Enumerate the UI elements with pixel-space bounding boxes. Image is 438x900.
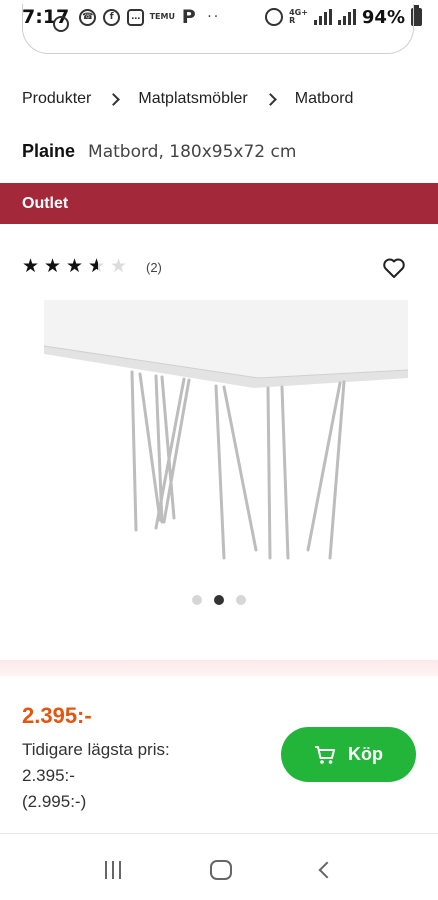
carousel-dot[interactable] bbox=[236, 595, 246, 605]
carousel-dot-active[interactable] bbox=[214, 595, 224, 605]
product-image[interactable] bbox=[44, 300, 408, 562]
star-half-icon: ★ ★ bbox=[88, 256, 106, 277]
review-count[interactable]: (2) bbox=[146, 260, 162, 275]
search-bar[interactable] bbox=[22, 4, 414, 54]
system-nav-bar bbox=[0, 840, 438, 900]
original-price: (2.995:-) bbox=[22, 792, 87, 811]
carousel-dots bbox=[192, 595, 246, 605]
cart-icon bbox=[315, 745, 335, 764]
carousel-dot[interactable] bbox=[192, 595, 202, 605]
star-icon: ★ bbox=[66, 256, 84, 277]
buy-button[interactable]: Köp bbox=[281, 727, 416, 782]
product-description: Matbord, 180x95x72 cm bbox=[88, 142, 297, 162]
product-title: Plaine Matbord, 180x95x72 cm bbox=[22, 141, 296, 162]
previous-price-info: Tidigare lägsta pris: 2.395:- (2.995:-) bbox=[22, 737, 262, 815]
back-icon[interactable] bbox=[318, 861, 336, 879]
breadcrumb-dining-furniture[interactable]: Matplatsmöbler bbox=[138, 90, 247, 108]
rating[interactable]: ★ ★ ★ ★ ★ ★ (2) bbox=[22, 256, 162, 278]
breadcrumb-dining-tables[interactable]: Matbord bbox=[295, 90, 354, 108]
star-icon: ★ bbox=[22, 256, 40, 277]
previous-lowest-value: 2.395:- bbox=[22, 766, 75, 785]
price: 2.395:- bbox=[22, 703, 92, 728]
star-icon: ★ bbox=[44, 256, 62, 277]
chevron-right-icon bbox=[263, 92, 277, 106]
divider bbox=[0, 833, 438, 834]
section-divider bbox=[0, 660, 438, 676]
outlet-banner: Outlet bbox=[0, 183, 438, 224]
table-illustration bbox=[44, 300, 408, 560]
recents-icon[interactable] bbox=[104, 861, 121, 879]
star-empty-icon: ★ bbox=[110, 256, 128, 277]
chevron-right-icon bbox=[107, 92, 121, 106]
product-brand: Plaine bbox=[22, 141, 76, 161]
search-icon bbox=[53, 16, 69, 32]
breadcrumb: Produkter Matplatsmöbler Matbord bbox=[22, 90, 353, 108]
breadcrumb-products[interactable]: Produkter bbox=[22, 90, 91, 108]
outlet-label: Outlet bbox=[22, 194, 69, 212]
heart-icon[interactable] bbox=[382, 256, 406, 280]
buy-label: Köp bbox=[348, 744, 383, 764]
previous-lowest-label: Tidigare lägsta pris: bbox=[22, 740, 170, 759]
home-icon[interactable] bbox=[209, 860, 232, 880]
